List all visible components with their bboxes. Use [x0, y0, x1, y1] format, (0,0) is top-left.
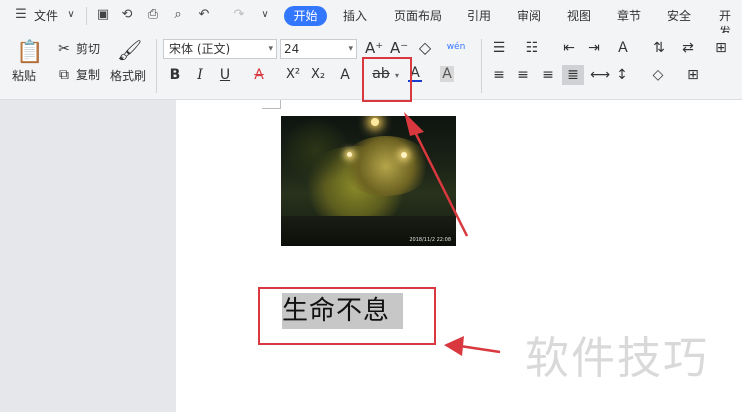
arrow-line-up — [410, 125, 469, 237]
arrow-line-left — [459, 344, 501, 354]
arrowhead-up — [404, 112, 424, 136]
watermark: 软件技巧 — [525, 333, 709, 384]
arrowhead-left — [444, 336, 464, 356]
